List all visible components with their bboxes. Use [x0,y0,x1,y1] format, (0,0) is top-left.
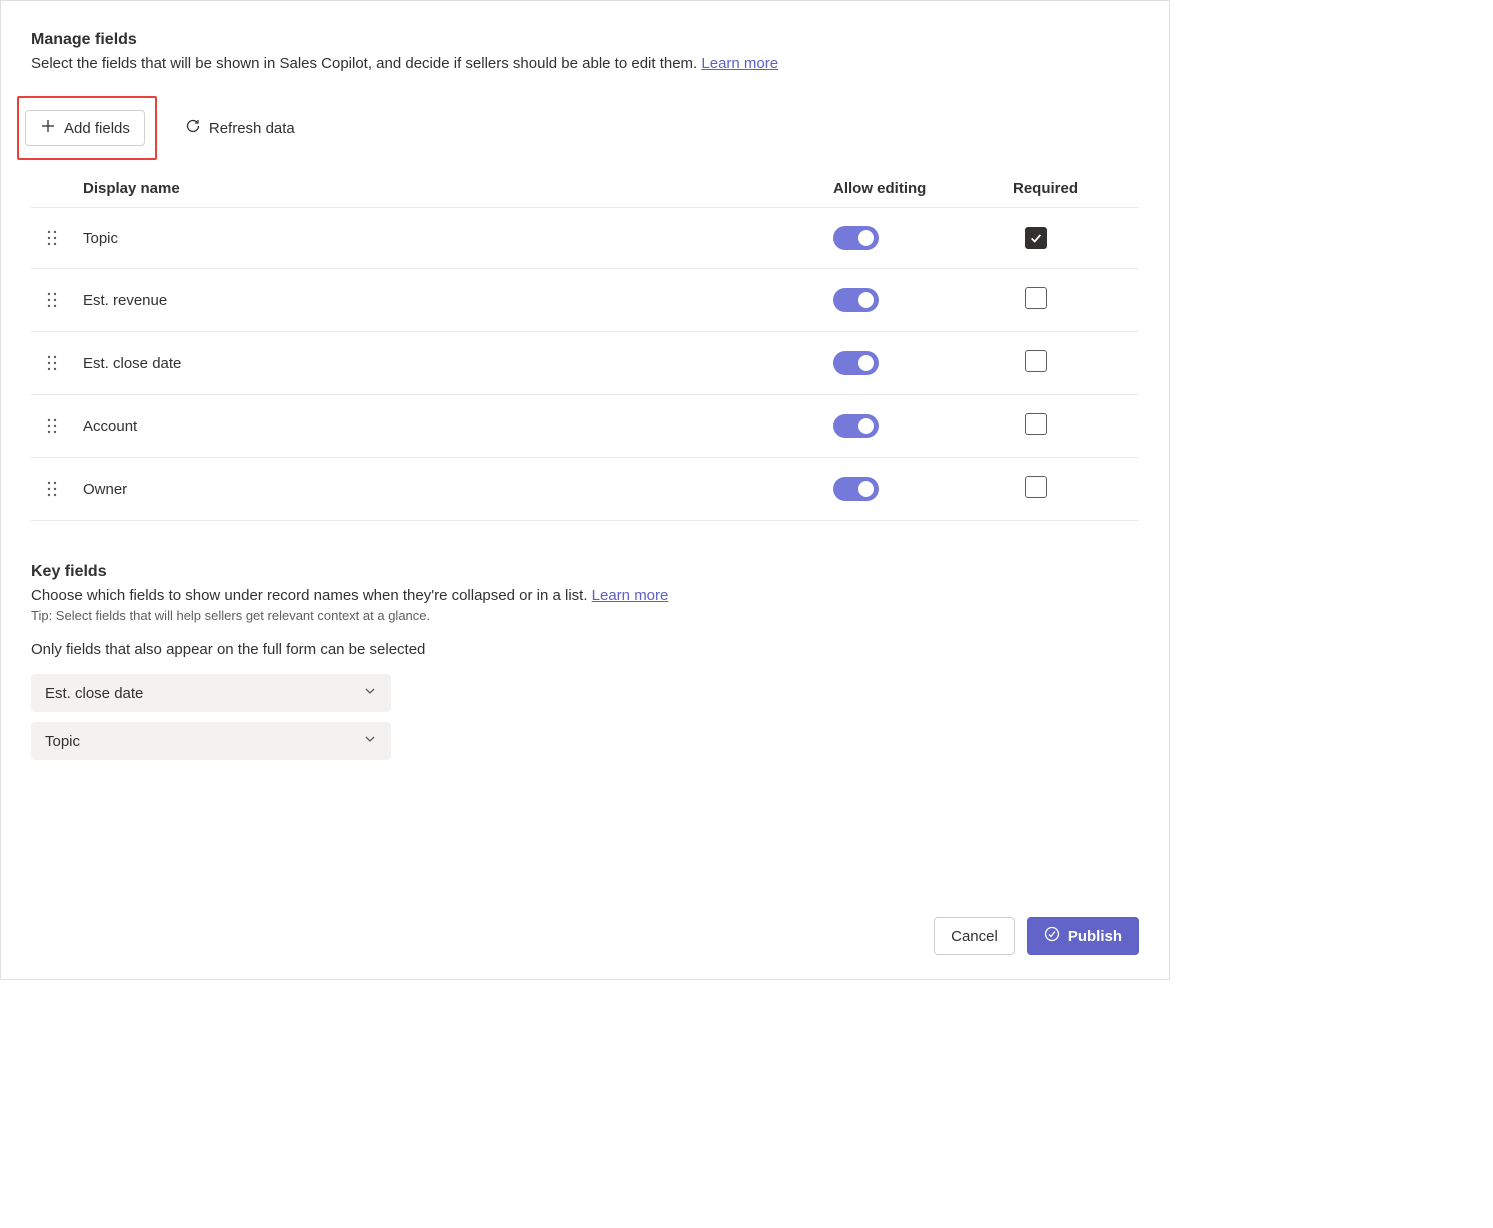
allow-editing-toggle[interactable] [833,226,879,250]
field-name: Account [83,418,833,435]
required-checkbox[interactable] [1025,350,1047,372]
chevron-down-icon [363,732,377,750]
allow-editing-toggle[interactable] [833,351,879,375]
key-fields-learn-more-link[interactable]: Learn more [592,587,669,604]
field-name: Est. close date [83,355,833,372]
field-name: Owner [83,481,833,498]
manage-fields-description-text: Select the fields that will be shown in … [31,55,701,72]
key-fields-description-text: Choose which fields to show under record… [31,587,592,604]
col-allow-editing: Allow editing [833,180,1013,197]
required-checkbox[interactable] [1025,227,1047,249]
refresh-data-label: Refresh data [209,120,295,137]
key-fields-section: Key fields Choose which fields to show u… [31,563,1139,760]
plus-icon [40,118,56,138]
manage-fields-description: Select the fields that will be shown in … [31,55,1139,72]
key-field-select-value: Est. close date [45,685,143,702]
required-checkbox[interactable] [1025,413,1047,435]
field-name: Est. revenue [83,292,833,309]
publish-label: Publish [1068,928,1122,945]
table-row: Topic [31,207,1139,268]
key-fields-note: Only fields that also appear on the full… [31,641,1139,658]
drag-handle-icon[interactable] [47,481,83,497]
refresh-icon [185,118,201,138]
add-fields-highlight: Add fields [17,96,157,160]
refresh-data-button[interactable]: Refresh data [185,111,309,145]
required-checkbox[interactable] [1025,476,1047,498]
table-row: Account [31,394,1139,457]
table-row: Est. close date [31,331,1139,394]
key-fields-tip: Tip: Select fields that will help seller… [31,608,1139,623]
publish-button[interactable]: Publish [1027,917,1139,955]
manage-fields-title: Manage fields [31,31,1139,49]
col-display-name: Display name [83,180,833,197]
col-required: Required [1013,180,1123,197]
add-fields-label: Add fields [64,120,130,137]
allow-editing-toggle[interactable] [833,288,879,312]
drag-handle-icon[interactable] [47,418,83,434]
manage-fields-panel: Manage fields Select the fields that wil… [0,0,1170,980]
learn-more-link[interactable]: Learn more [701,55,778,72]
table-header: Display name Allow editing Required [31,172,1139,207]
allow-editing-toggle[interactable] [833,414,879,438]
required-checkbox[interactable] [1025,287,1047,309]
toolbar: Add fields Refresh data [31,96,1139,160]
key-field-select-value: Topic [45,733,80,750]
drag-handle-icon[interactable] [47,292,83,308]
fields-table: Topic Est. revenue Est. close date Acc [31,207,1139,521]
table-row: Est. revenue [31,268,1139,331]
key-fields-description: Choose which fields to show under record… [31,587,1139,604]
add-fields-button[interactable]: Add fields [25,110,145,146]
table-row: Owner [31,457,1139,521]
drag-handle-icon[interactable] [47,355,83,371]
check-circle-icon [1044,926,1060,946]
key-field-select[interactable]: Est. close date [31,674,391,712]
drag-handle-icon[interactable] [47,230,83,246]
chevron-down-icon [363,684,377,702]
allow-editing-toggle[interactable] [833,477,879,501]
cancel-button[interactable]: Cancel [934,917,1015,955]
key-fields-title: Key fields [31,563,1139,581]
key-field-select[interactable]: Topic [31,722,391,760]
field-name: Topic [83,230,833,247]
footer: Cancel Publish [934,917,1139,955]
